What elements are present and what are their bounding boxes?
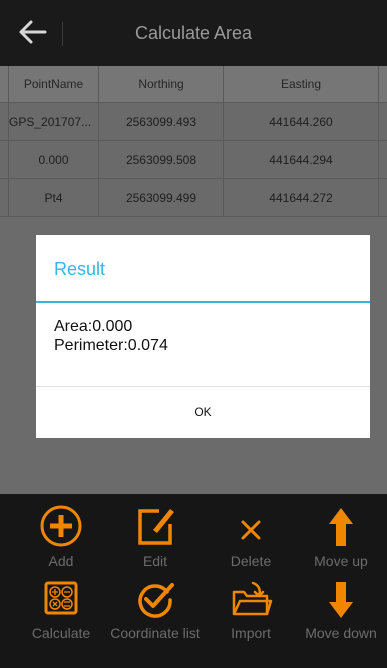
import-label: Import [231, 625, 271, 641]
table-cell [379, 179, 387, 216]
table-cell [379, 103, 387, 140]
calculate-button[interactable]: Calculate [14, 580, 108, 641]
edit-icon [138, 509, 174, 545]
delete-label: Delete [230, 553, 272, 569]
area-value: Area:0.000 [54, 318, 133, 335]
add-button[interactable]: Add [14, 504, 108, 569]
table-row[interactable]: 0.000 2563099.508 441644.294 [0, 141, 387, 179]
point-name-cell: GPS_201707... [9, 103, 99, 140]
easting-cell: 441644.294 [224, 141, 379, 178]
bottom-toolbar: Add Edit Delete Move up Calculate Coordi… [0, 494, 387, 668]
import-button[interactable]: Import [204, 580, 298, 641]
calculate-label: Calculate [31, 625, 91, 641]
northing-cell: 2563099.493 [99, 103, 224, 140]
move-up-button[interactable]: Move up [294, 504, 387, 569]
table-row[interactable]: Pt4 2563099.499 441644.272 [0, 179, 387, 217]
table-header: PointName Northing Easting [0, 66, 387, 103]
row-checkbox-cell [0, 103, 9, 140]
move-down-label: Move down [305, 625, 377, 641]
import-folder-icon [232, 581, 273, 616]
dialog-message: Area:0.000 Perimeter:0.074 [54, 317, 168, 355]
row-checkbox-cell [0, 141, 9, 178]
move-down-button[interactable]: Move down [294, 580, 387, 641]
plus-circle-icon [40, 505, 82, 547]
edit-button[interactable]: Edit [108, 504, 202, 569]
point-name-cell: Pt4 [9, 179, 99, 216]
northing-cell: 2563099.508 [99, 141, 224, 178]
coordinate-list-button[interactable]: Coordinate list [108, 580, 202, 641]
column-header-easting[interactable]: Easting [224, 66, 379, 102]
ok-button[interactable]: OK [36, 387, 370, 438]
edit-label: Edit [142, 553, 168, 569]
arrow-up-icon [329, 508, 353, 546]
northing-cell: 2563099.499 [99, 179, 224, 216]
table-header-cell [379, 66, 387, 102]
title-bar: Calculate Area [0, 0, 387, 66]
move-up-label: Move up [314, 553, 368, 569]
checkmark-icon [138, 583, 174, 618]
add-label: Add [48, 553, 74, 569]
easting-cell: 441644.260 [224, 103, 379, 140]
point-name-cell: 0.000 [9, 141, 99, 178]
arrow-down-icon [329, 582, 353, 618]
dialog-title-divider [36, 301, 370, 303]
column-header-northing[interactable]: Northing [99, 66, 224, 102]
delete-button[interactable]: Delete [204, 504, 298, 569]
easting-cell: 441644.272 [224, 179, 379, 216]
column-header-pointname[interactable]: PointName [9, 66, 99, 102]
perimeter-value: Perimeter:0.074 [54, 337, 168, 354]
row-checkbox-cell [0, 179, 9, 216]
points-table: PointName Northing Easting GPS_201707...… [0, 66, 387, 217]
result-dialog: Result Area:0.000 Perimeter:0.074 OK [36, 235, 370, 438]
table-header-cell [0, 66, 9, 102]
coordinate-list-label: Coordinate list [110, 625, 200, 641]
dialog-title: Result [54, 259, 106, 279]
page-title: Calculate Area [134, 23, 253, 43]
table-row[interactable]: GPS_201707... 2563099.493 441644.260 [0, 103, 387, 141]
table-cell [379, 141, 387, 178]
calculator-icon [44, 581, 78, 615]
close-icon [241, 520, 261, 540]
